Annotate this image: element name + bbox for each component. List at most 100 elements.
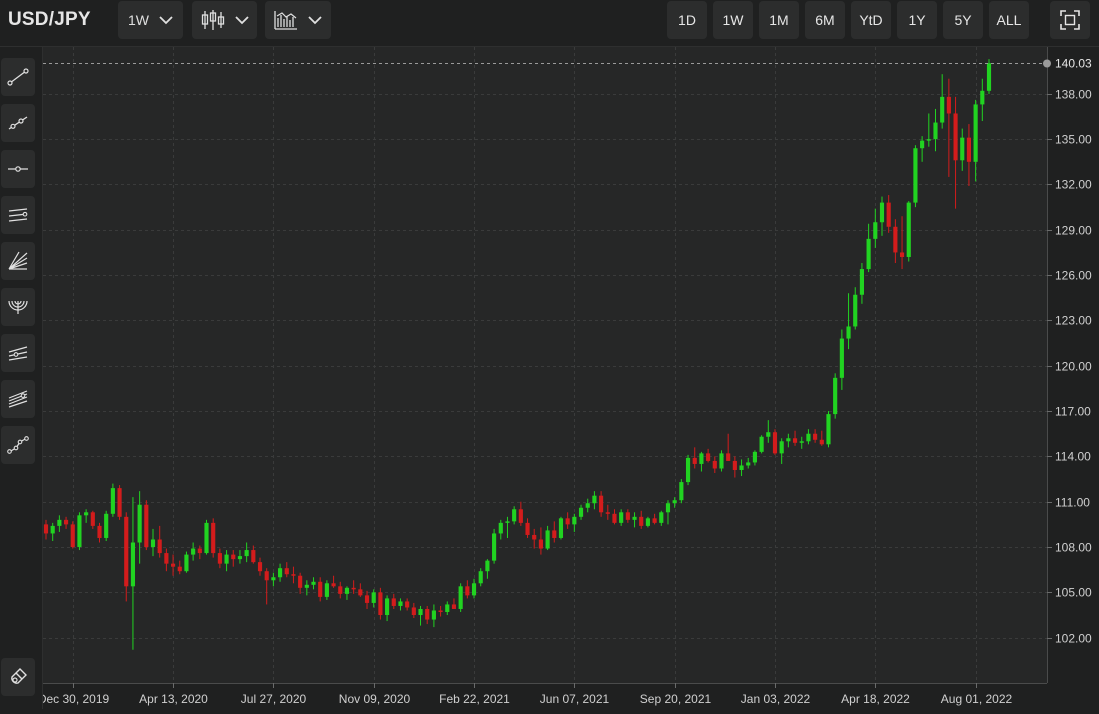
time-tick-label: Apr 13, 2020 — [139, 692, 208, 706]
candle-up[interactable] — [204, 519, 209, 555]
candle-body — [672, 500, 677, 504]
candle-body — [385, 598, 390, 616]
magnet-tool[interactable] — [1, 658, 35, 696]
range-5y-button[interactable]: 5Y — [943, 1, 983, 39]
candle-up[interactable] — [492, 528, 497, 564]
chevron-down-icon — [159, 16, 173, 25]
range-6m-button[interactable]: 6M — [805, 1, 845, 39]
candle-down[interactable] — [211, 518, 216, 558]
indicators-select[interactable] — [265, 1, 331, 39]
chart-canvas[interactable]: 102.00 105.00 108.00 111.00 114.00 117.00 120.… — [38, 47, 1099, 709]
candle-down[interactable] — [70, 521, 75, 549]
fib-arc-tool[interactable] — [1, 288, 35, 326]
ray-tool[interactable] — [1, 104, 35, 142]
time-tick-label: Jun 07, 2021 — [540, 692, 610, 706]
time-tick-label: Dec 30, 2019 — [43, 692, 110, 706]
magnet-icon — [11, 668, 27, 684]
range-1w-button[interactable]: 1W — [713, 1, 753, 39]
candle-body — [679, 482, 684, 501]
candle-down[interactable] — [772, 429, 778, 455]
candle-body — [826, 414, 831, 445]
candle-body — [572, 516, 577, 525]
candle-body — [819, 439, 824, 445]
trend-line-tool[interactable] — [1, 58, 35, 96]
candle-body — [498, 522, 503, 534]
candle-down[interactable] — [378, 587, 383, 620]
candle-body — [853, 294, 858, 327]
candle-up[interactable] — [906, 201, 911, 262]
candle-body — [726, 453, 731, 461]
candle-down[interactable] — [117, 485, 122, 520]
price-tick-label: 102.00 — [1055, 632, 1092, 646]
fan-lines-icon — [8, 251, 28, 270]
candle-body — [525, 522, 530, 535]
horizontal-line-tool[interactable] — [1, 150, 35, 188]
candle-up[interactable] — [833, 373, 838, 419]
fib-arc-icon — [8, 300, 28, 314]
candle-up[interactable] — [986, 59, 992, 94]
candle-body — [43, 524, 49, 534]
candle-body — [84, 512, 89, 516]
candle-up[interactable] — [110, 483, 115, 517]
symbol-title[interactable]: USD/JPY — [8, 9, 91, 31]
candle-body — [799, 441, 804, 443]
candle-body — [946, 96, 951, 114]
candle-body — [478, 571, 483, 584]
candle-up[interactable] — [679, 479, 684, 504]
fullscreen-button[interactable] — [1050, 1, 1090, 39]
candle-up[interactable] — [685, 454, 691, 486]
range-1d-button[interactable]: 1D — [667, 1, 707, 39]
candle-body — [558, 518, 564, 538]
candle-body — [458, 586, 463, 609]
top-toolbar: USD/JPY 1W 1D 1W 1M 6M YtD 1Y 5Y ALL — [0, 0, 1099, 47]
candle-body — [866, 238, 871, 270]
candle-up[interactable] — [759, 435, 764, 454]
candle-body — [839, 338, 844, 378]
candle-body — [986, 63, 992, 91]
candle-up[interactable] — [645, 516, 650, 528]
candle-down[interactable] — [144, 500, 149, 551]
candle-up[interactable] — [558, 516, 564, 540]
interval-select[interactable]: 1W — [118, 1, 183, 39]
candle-body — [405, 601, 410, 608]
candle-body — [625, 512, 630, 520]
fib-retracement-tool[interactable] — [1, 334, 35, 372]
range-all-button[interactable]: ALL — [989, 1, 1029, 39]
pitchfork-tool[interactable] — [1, 380, 35, 418]
chart-type-select[interactable] — [192, 1, 257, 39]
candle-body — [438, 610, 443, 612]
candle-body — [217, 553, 222, 564]
candle-up[interactable] — [104, 510, 109, 541]
candle-up[interactable] — [719, 450, 724, 472]
price-tick-label: 126.00 — [1055, 269, 1092, 283]
candle-body — [645, 518, 650, 526]
candle-body — [920, 140, 925, 149]
candle-body — [451, 604, 457, 609]
fib-retracement-icon — [8, 346, 28, 361]
range-1y-button[interactable]: 1Y — [897, 1, 937, 39]
candle-body — [960, 137, 965, 161]
candle-body — [619, 512, 624, 523]
price-chart[interactable]: 102.00 105.00 108.00 111.00 114.00 117.00 120.… — [38, 47, 1099, 714]
candle-up[interactable] — [184, 551, 189, 573]
candle-body — [879, 202, 885, 223]
time-tick-label: Jul 27, 2020 — [241, 692, 307, 706]
range-1m-button[interactable]: 1M — [759, 1, 799, 39]
multi-point-line-tool[interactable] — [1, 426, 35, 464]
candle-body — [873, 222, 878, 239]
price-tick-label: 114.00 — [1055, 450, 1091, 464]
fan-lines-tool[interactable] — [1, 242, 35, 280]
candle-body — [813, 433, 818, 440]
candle-up[interactable] — [826, 411, 831, 448]
parallel-channel-tool[interactable] — [1, 196, 35, 234]
candle-body — [177, 566, 182, 572]
candle-up[interactable] — [913, 145, 918, 208]
range-ytd-button[interactable]: YtD — [851, 1, 891, 39]
candle-body — [665, 503, 671, 513]
ray-icon — [8, 116, 28, 130]
candle-up[interactable] — [458, 583, 463, 612]
candle-body — [211, 522, 216, 554]
candle-body — [364, 595, 370, 603]
candle-up[interactable] — [77, 512, 82, 551]
candle-body — [772, 432, 778, 454]
